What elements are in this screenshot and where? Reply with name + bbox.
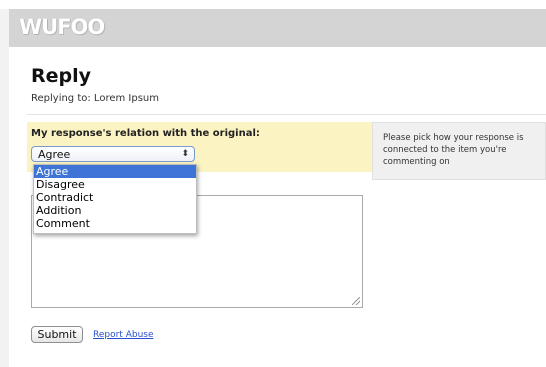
wufoo-logo[interactable]: WUFOO (19, 15, 105, 39)
submit-button[interactable]: Submit (31, 326, 83, 343)
page: WUFOO Reply Replying to: Lorem Ipsum My … (0, 0, 546, 367)
left-edge (0, 9, 9, 367)
relation-select-value: Agree (38, 148, 71, 161)
replying-to-text: Replying to: Lorem Ipsum (31, 93, 159, 104)
dropdown-option-agree[interactable]: Agree (34, 165, 196, 178)
relation-field-label: My response's relation with the original… (31, 128, 260, 139)
top-strip (0, 0, 546, 9)
help-text: Please pick how your response is connect… (383, 133, 524, 167)
header-bar: WUFOO (9, 9, 546, 47)
dropdown-option-addition[interactable]: Addition (34, 204, 196, 217)
relation-dropdown-list: Agree Disagree Contradict Addition Comme… (33, 164, 197, 234)
dropdown-option-contradict[interactable]: Contradict (34, 191, 196, 204)
title-divider (27, 114, 546, 115)
report-abuse-link[interactable]: Report Abuse (93, 330, 154, 340)
page-title: Reply (31, 65, 92, 87)
dropdown-option-disagree[interactable]: Disagree (34, 178, 196, 191)
relation-select[interactable]: Agree ⬍ (31, 146, 195, 162)
dropdown-option-comment[interactable]: Comment (34, 217, 196, 230)
resize-grip-icon[interactable] (352, 297, 360, 305)
help-box: Please pick how your response is connect… (372, 122, 546, 180)
updown-arrow-icon: ⬍ (181, 149, 189, 159)
